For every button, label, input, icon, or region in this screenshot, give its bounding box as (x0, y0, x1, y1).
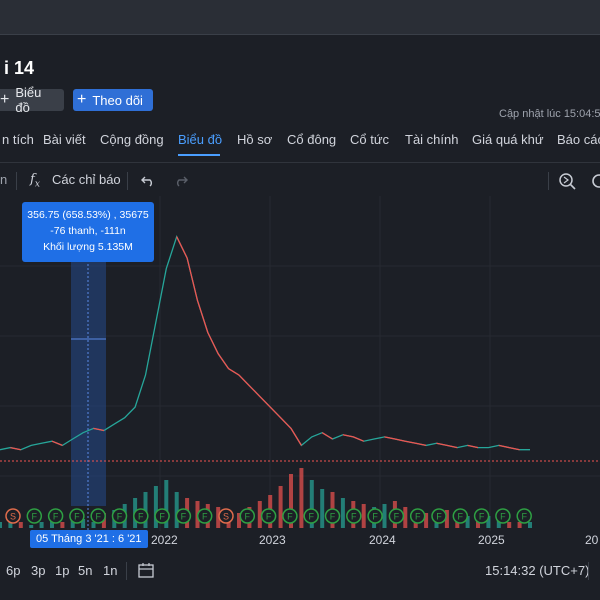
active-tab-indicator (178, 154, 220, 156)
toolbar-separator (127, 172, 128, 190)
event-marker-label: F (159, 512, 165, 522)
event-marker-label: S (223, 512, 229, 522)
timeframe-6p[interactable]: 6p (6, 563, 20, 578)
volume-bar (60, 522, 65, 528)
event-marker-label: F (287, 512, 293, 522)
bottom-bar: 6p 3p 1p 5n 1n 15:14:32 (UTC+7) (0, 556, 600, 586)
cursor-date-badge: 05 Tháng 3 '21 : 6 '21 (30, 530, 148, 548)
function-icon[interactable]: fx (30, 172, 40, 190)
event-marker-label: F (181, 512, 187, 522)
plus-icon: + (0, 91, 10, 108)
price-tooltip: 356.75 (658.53%) , 35675 -76 thanh, -111… (22, 202, 154, 262)
top-bar (0, 0, 600, 34)
updated-timestamp: Cập nhật lúc 15:04:5 (499, 108, 600, 120)
chart-button-label: Biểu đồ (15, 85, 42, 115)
volume-bar (174, 492, 179, 528)
tab-dividends[interactable]: Cổ tức (350, 132, 389, 147)
event-marker-label: S (10, 512, 16, 522)
redo-icon[interactable] (174, 175, 188, 187)
follow-button-label: Theo dõi (92, 92, 143, 108)
tooltip-price: 356.75 (658.53%) , 35675 (27, 209, 149, 221)
tab-shareholders[interactable]: Cổ đông (287, 132, 336, 147)
volume-bar (18, 522, 23, 528)
timeframe-1p[interactable]: 1p (55, 563, 69, 578)
event-marker-label: F (394, 512, 400, 522)
date-range-icon[interactable] (137, 562, 155, 580)
tab-bar: n tích Bài viết Cộng đồng Biểu đồ Hồ sơ … (0, 132, 600, 154)
event-marker-label: F (266, 512, 272, 522)
zoom-icon[interactable] (558, 172, 576, 190)
tab-financials[interactable]: Tài chính (405, 132, 458, 147)
tooltip-volume: Khối lượng 5.135M (43, 241, 133, 253)
x-label-2023: 2023 (259, 533, 286, 547)
volume-bar (507, 522, 512, 528)
tab-price-history[interactable]: Giá quá khứ (472, 132, 544, 147)
volume-bar (382, 504, 387, 528)
tab-profile[interactable]: Hồ sơ (237, 132, 272, 147)
volume-bar (29, 525, 34, 528)
tab-articles[interactable]: Bài viết (43, 132, 86, 147)
timeframe-5n[interactable]: 5n (78, 563, 92, 578)
x-label-next: 20 (585, 533, 599, 547)
tab-chart[interactable]: Biểu đồ (178, 132, 222, 147)
chart-toolbar: n fx Các chỉ báo (0, 166, 600, 194)
event-marker-label: F (53, 512, 59, 522)
event-marker-label: F (436, 512, 442, 522)
event-marker-label: F (138, 512, 144, 522)
x-label-2025: 2025 (478, 533, 505, 547)
event-marker-label: F (458, 512, 464, 522)
volume-bar (39, 522, 44, 528)
event-marker-label: F (202, 512, 208, 522)
event-marker-label: F (415, 512, 421, 522)
volume-bar (0, 522, 2, 528)
bottom-separator (588, 562, 589, 580)
volume-bar (278, 486, 283, 528)
volume-bar (320, 489, 325, 528)
tab-reports[interactable]: Báo cáo (557, 132, 600, 147)
toolbar-separator (548, 172, 549, 190)
x-label-2024: 2024 (369, 533, 396, 547)
volume-bar (299, 468, 304, 528)
toolbar-divider (0, 162, 600, 163)
event-marker-label: F (521, 512, 527, 522)
event-marker-label: F (245, 512, 251, 522)
event-marker-label: F (351, 512, 357, 522)
event-marker-label: F (330, 512, 336, 522)
event-marker-label: F (372, 512, 378, 522)
toolbar-edge-icon[interactable]: n (0, 172, 7, 187)
settings-icon[interactable] (590, 172, 600, 190)
event-marker-label: F (95, 512, 101, 522)
cursor-date-tail: : 6 '21 (111, 533, 142, 545)
indicators-button[interactable]: Các chỉ báo (52, 172, 121, 187)
event-marker-label: F (117, 512, 123, 522)
event-marker-label: F (32, 512, 38, 522)
toolbar-separator (16, 172, 17, 190)
volume-bar (340, 498, 345, 528)
volume-bar (361, 504, 366, 528)
x-label-2022: 2022 (151, 533, 178, 547)
clock: 15:14:32 (UTC+7) (485, 563, 590, 578)
follow-button[interactable]: + Theo dõi (73, 89, 153, 111)
tab-analysis[interactable]: n tích (2, 132, 34, 147)
volume-bar (528, 522, 532, 528)
event-marker-label: F (479, 512, 485, 522)
plus-icon: + (77, 91, 87, 108)
top-divider (0, 34, 600, 35)
event-marker-label: F (308, 512, 314, 522)
timeframe-1n[interactable]: 1n (103, 563, 117, 578)
timeframe-3p[interactable]: 3p (31, 563, 45, 578)
undo-icon[interactable] (141, 175, 155, 187)
chart-button[interactable]: + Biểu đồ (0, 85, 64, 115)
tab-community[interactable]: Cộng đồng (100, 132, 164, 147)
event-marker-label: F (500, 512, 506, 522)
event-marker-label: F (74, 512, 80, 522)
cursor-date: 05 Tháng 3 '21 (36, 533, 109, 545)
bottom-separator (126, 562, 127, 580)
tooltip-bars: -76 thanh, -111n (50, 225, 126, 237)
page-title: i 14 (4, 58, 35, 78)
